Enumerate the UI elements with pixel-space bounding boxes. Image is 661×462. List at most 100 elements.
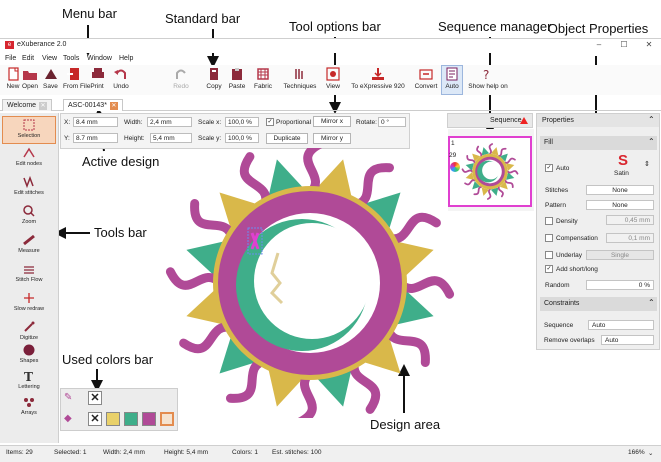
tool-edit-nodes[interactable]: Edit nodes <box>2 145 56 173</box>
save-button[interactable]: Save <box>43 67 58 95</box>
digitize-icon <box>24 321 35 332</box>
add-short-long-checkbox[interactable]: ✓ <box>545 265 553 273</box>
fabric-button[interactable]: Fabric <box>253 67 273 95</box>
maximize-button[interactable]: ☐ <box>617 39 631 51</box>
close-tab-icon[interactable]: ✕ <box>109 102 118 110</box>
compensation-field[interactable]: 0,1 mm <box>606 233 654 243</box>
underlay-checkbox[interactable] <box>545 251 553 259</box>
color-swatch[interactable] <box>142 412 156 426</box>
edit-stitches-icon <box>23 176 34 188</box>
rotate-input[interactable]: 0 ° <box>378 117 406 127</box>
redo-button[interactable]: Redo <box>172 67 190 95</box>
arrays-icon <box>24 398 34 407</box>
open-folder-icon <box>23 71 37 80</box>
paste-button[interactable]: Paste <box>228 67 246 95</box>
menu-tools[interactable]: Tools <box>63 55 79 62</box>
duplicate-button[interactable]: Duplicate <box>266 133 308 144</box>
close-tab-icon[interactable]: ✕ <box>39 102 48 110</box>
density-field[interactable]: 0,45 mm <box>606 215 654 225</box>
color-swatch-selected[interactable] <box>160 412 174 426</box>
sequence-constraint-select[interactable]: Auto <box>588 320 654 330</box>
tab-welcome[interactable]: Welcome ✕ <box>2 99 53 111</box>
density-checkbox[interactable] <box>545 217 553 225</box>
tool-slow-redraw[interactable]: Slow redraw <box>2 290 56 318</box>
copy-button[interactable]: Copy <box>205 67 223 95</box>
remove-overlaps-select[interactable]: Auto <box>601 335 654 345</box>
menu-view[interactable]: View <box>42 55 57 62</box>
sun-ray <box>486 188 492 200</box>
status-colors: Colors: 1 <box>232 449 259 456</box>
menu-edit[interactable]: Edit <box>22 55 34 62</box>
compensation-checkbox[interactable] <box>545 234 553 242</box>
tool-edit-stitches[interactable]: Edit stitches <box>2 174 56 202</box>
x-input[interactable]: 8.4 mm <box>73 117 118 127</box>
stitches-field[interactable]: None <box>586 185 654 195</box>
proportional-label: Proportional <box>276 119 312 126</box>
auto-icon <box>446 67 458 81</box>
random-field[interactable]: 0 % <box>586 280 654 290</box>
no-thread-swatch[interactable]: ✕ <box>88 412 102 426</box>
satin-dropdown-icon[interactable]: ⇕ <box>644 160 650 168</box>
sequence-collapse-icon[interactable] <box>520 117 528 124</box>
y-input[interactable]: 8.7 mm <box>73 133 118 143</box>
auto-button[interactable]: Auto <box>443 67 461 95</box>
print-button[interactable]: Print <box>90 67 104 95</box>
add-short-long-label: Add short/long <box>556 266 598 273</box>
zoom-level[interactable]: 166% <box>628 449 645 456</box>
tool-arrays[interactable]: Arrays <box>2 394 56 422</box>
to-expressive-button[interactable]: To eXpressive 920 <box>347 67 409 95</box>
menu-help[interactable]: Help <box>119 55 133 62</box>
new-button[interactable]: New <box>6 67 20 95</box>
open-button[interactable]: Open <box>22 67 38 95</box>
pattern-field[interactable]: None <box>586 200 654 210</box>
zoom-dropdown-icon[interactable]: ⌄ <box>648 449 653 457</box>
close-button[interactable]: ✕ <box>642 39 656 51</box>
tab-active-design[interactable]: ASC-00143* ✕ <box>63 99 123 111</box>
random-label: Random <box>545 282 570 289</box>
sequence-item[interactable] <box>448 136 532 207</box>
pick-color-icon[interactable]: ✎ <box>64 392 72 403</box>
proportional-checkbox[interactable]: ✓ <box>266 118 274 126</box>
no-color-swatch[interactable]: ✕ <box>88 391 102 405</box>
menu-file[interactable]: File <box>5 55 16 62</box>
tool-zoom[interactable]: Zoom <box>2 203 56 231</box>
scale-y-input[interactable]: 100,0 % <box>225 133 259 143</box>
scale-x-input[interactable]: 100,0 % <box>225 117 259 127</box>
tool-stitch-flow[interactable]: Stitch Flow <box>2 261 56 289</box>
height-input[interactable]: 5,4 mm <box>150 133 192 143</box>
techniques-button[interactable]: Techniques <box>283 67 317 95</box>
mirror-x-button[interactable]: Mirror x <box>313 116 351 127</box>
underlay-field[interactable]: Single <box>586 250 654 260</box>
tool-measure[interactable]: Measure <box>2 232 56 260</box>
design-area[interactable] <box>160 148 460 418</box>
properties-header: Properties <box>542 117 574 124</box>
status-selected: Selected: 1 <box>54 449 87 456</box>
fill-color-icon[interactable]: ◆ <box>64 413 72 424</box>
minimize-button[interactable]: – <box>592 39 606 51</box>
chevron-up-icon[interactable]: ⌃ <box>648 137 655 146</box>
sun-ray <box>497 185 504 198</box>
auto-checkbox[interactable]: ✓ <box>545 164 553 172</box>
color-swatch[interactable] <box>106 412 120 426</box>
chevron-up-icon[interactable]: ⌃ <box>648 298 655 307</box>
view-button[interactable]: View <box>325 67 341 95</box>
width-input[interactable]: 2,4 mm <box>147 117 192 127</box>
width-label: Width: <box>124 119 143 126</box>
tool-lettering[interactable]: T Lettering <box>2 368 56 396</box>
color-swatch[interactable] <box>124 412 138 426</box>
help-icon: ? <box>483 68 489 81</box>
tool-shapes[interactable]: Shapes <box>2 342 56 370</box>
convert-button[interactable]: Convert <box>413 67 439 95</box>
scale-x-label: Scale x: <box>198 119 222 126</box>
show-help-button[interactable]: ? Show help on <box>466 67 510 95</box>
menu-window[interactable]: Window <box>87 55 112 62</box>
chevron-up-icon[interactable]: ⌃ <box>648 115 655 124</box>
title-bar <box>0 38 661 53</box>
status-bar <box>0 445 661 462</box>
mirror-y-button[interactable]: Mirror y <box>313 133 351 144</box>
from-file-button[interactable]: From File <box>63 67 90 95</box>
lettering-icon: T <box>24 370 33 382</box>
undo-button[interactable]: Undo <box>112 67 130 95</box>
tool-selection[interactable]: Selection <box>2 116 56 144</box>
sun-ray <box>165 267 225 290</box>
